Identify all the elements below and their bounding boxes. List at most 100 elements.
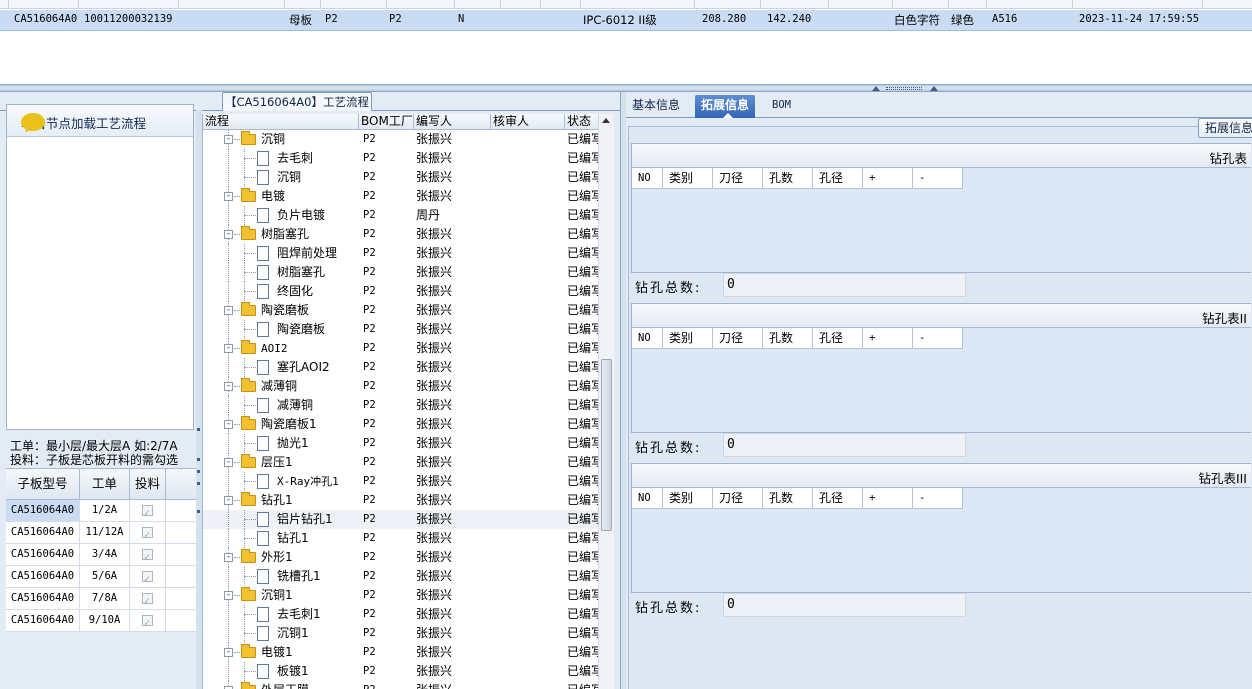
sub-board-row[interactable]: CA516064A0 11/12A [6,522,196,546]
tree-process-node[interactable]: - 减薄铜 P2 张振兴 已编写 [203,377,614,396]
tree-step-node[interactable]: X-Ray冲孔1 P2 张振兴 已编写 [203,472,614,491]
tree-bom-cell: P2 [359,681,414,689]
collapse-toggle-icon[interactable]: - [224,135,233,144]
tree-process-node[interactable]: - 沉铜1 P2 张振兴 已编写 [203,586,614,605]
tree-process-node[interactable]: - 层压1 P2 张振兴 已编写 [203,453,614,472]
collapse-toggle-icon[interactable]: - [224,306,233,315]
drill-total-field[interactable]: 0 [723,593,966,617]
tree-guide-line [244,614,256,615]
extended-info-button[interactable]: 拓展信息 [1198,118,1252,138]
horizontal-splitter[interactable] [0,84,1252,92]
add-row-button[interactable]: + [863,488,913,508]
tree-process-node[interactable]: - 电镀1 P2 张振兴 已编写 [203,643,614,662]
tree-process-node[interactable]: -外层干膜P2张振兴已编写 [203,681,614,689]
tree-process-node[interactable]: - 树脂塞孔 P2 张振兴 已编写 [203,225,614,244]
splitter-grip-icon[interactable] [886,87,922,90]
tree-step-node[interactable]: 铣槽孔1 P2 张振兴 已编写 [203,567,614,586]
tree-process-node[interactable]: - 钻孔1 P2 张振兴 已编写 [203,491,614,510]
process-flow-tab[interactable]: 【CA516064A0】工艺流程 [222,92,372,111]
tree-step-node[interactable]: 沉铜1 P2 张振兴 已编写 [203,624,614,643]
collapse-toggle-icon[interactable]: - [224,382,233,391]
scroll-up-arrow-icon[interactable] [602,118,610,123]
tree-step-node[interactable]: 板镀1 P2 张振兴 已编写 [203,662,614,681]
collapse-toggle-icon[interactable]: - [224,591,233,600]
document-icon [257,246,269,261]
tree-process-node[interactable]: - 沉铜 P2 张振兴 已编写 [203,130,614,149]
splitter-dot-icon[interactable] [197,482,200,485]
tree-process-node[interactable]: - 陶瓷磨板 P2 张振兴 已编写 [203,301,614,320]
tree-step-node[interactable]: 树脂塞孔 P2 张振兴 已编写 [203,263,614,282]
tree-process-node[interactable]: - 外形1 P2 张振兴 已编写 [203,548,614,567]
collapse-toggle-icon[interactable]: - [224,496,233,505]
feed-checkbox[interactable] [142,613,153,634]
load-process-box[interactable]: 单击节点加载工艺流程 [6,104,194,430]
tree-process-node[interactable]: - AOI2 P2 张振兴 已编写 [203,339,614,358]
col-header-flow[interactable]: 流程 [203,114,359,129]
document-icon [257,474,269,489]
tree-step-node[interactable]: 减薄铜 P2 张振兴 已编写 [203,396,614,415]
feed-checkbox[interactable] [142,525,153,546]
tree-step-node[interactable]: 终固化 P2 张振兴 已编写 [203,282,614,301]
tree-guide-line [228,320,229,339]
feed-checkbox[interactable] [142,503,153,524]
sub-board-row[interactable]: CA516064A0 7/8A [6,588,196,612]
collapse-toggle-icon[interactable]: - [224,420,233,429]
tree-step-node[interactable]: 钻孔1 P2 张振兴 已编写 [203,529,614,548]
remove-row-button[interactable]: - [913,168,963,188]
tree-step-node[interactable]: 塞孔AOI2 P2 张振兴 已编写 [203,358,614,377]
feed-checkbox[interactable] [142,547,153,568]
tree-step-node[interactable]: 阻焊前处理 P2 张振兴 已编写 [203,244,614,263]
tree-step-node[interactable]: 陶瓷磨板 P2 张振兴 已编写 [203,320,614,339]
scrollbar-thumb[interactable] [601,359,612,531]
collapse-toggle-icon[interactable]: - [224,344,233,353]
sub-board-row[interactable]: CA516064A0 9/10A [6,610,196,634]
tree-process-node[interactable]: - 陶瓷磨板1 P2 张振兴 已编写 [203,415,614,434]
splitter-up-arrow-icon[interactable] [930,86,938,91]
remove-row-button[interactable]: - [913,328,963,348]
splitter-up-arrow-icon[interactable] [872,86,880,91]
collapse-toggle-icon[interactable]: - [224,192,233,201]
tab-basic-info[interactable]: 基本信息 [626,95,686,118]
process-tree-scrollbar[interactable] [598,114,614,689]
sub-board-row[interactable]: CA516064A0 5/6A [6,566,196,590]
drill-table-header: 钻孔表II [632,304,1251,328]
load-process-header[interactable]: 单击节点加载工艺流程 [7,105,193,137]
col-header-bom[interactable]: BOM工厂 [359,114,414,129]
splitter-arrow-icon[interactable] [197,510,200,513]
document-icon [257,512,269,527]
splitter-dot-icon[interactable] [197,470,200,473]
add-row-button[interactable]: + [863,168,913,188]
col-header-checker[interactable]: 核审人 [491,114,565,129]
tree-step-node[interactable]: 去毛刺1 P2 张振兴 已编写 [203,605,614,624]
col-header-writer[interactable]: 编写人 [414,114,491,129]
tab-extended-info[interactable]: 拓展信息 [695,95,756,118]
feed-checkbox[interactable] [142,569,153,590]
tree-step-node[interactable]: 去毛刺 P2 张振兴 已编写 [203,149,614,168]
selected-order-row[interactable]: CA516064A0 10011200032139 母板 P2 P2 N IPC… [0,10,1252,31]
splitter-dot-icon[interactable] [197,458,200,461]
tree-guide-line [234,424,240,425]
tree-step-node[interactable]: 负片电镀 P2 周丹 已编写 [203,206,614,225]
drill-total-field[interactable]: 0 [723,433,966,457]
drill-total-field[interactable]: 0 [723,273,966,297]
col-header-model[interactable]: 子板型号 [6,469,80,499]
col-header-order[interactable]: 工单 [80,469,130,499]
tree-step-node[interactable]: 抛光1 P2 张振兴 已编写 [203,434,614,453]
tab-bom[interactable]: BOM [766,95,797,118]
tree-step-node[interactable]: 铝片钻孔1 P2 张振兴 已编写 [203,510,614,529]
collapse-toggle-icon[interactable]: - [224,648,233,657]
tree-writer-cell: 张振兴 [416,588,453,602]
remove-row-button[interactable]: - [913,488,963,508]
collapse-toggle-icon[interactable]: - [224,230,233,239]
collapse-toggle-icon[interactable]: - [224,553,233,562]
add-row-button[interactable]: + [863,328,913,348]
tree-process-node[interactable]: - 电镀 P2 张振兴 已编写 [203,187,614,206]
collapse-toggle-icon[interactable]: - [224,458,233,467]
tree-checker-cell [491,396,565,415]
sub-board-row[interactable]: CA516064A0 3/4A [6,544,196,568]
feed-checkbox[interactable] [142,591,153,612]
splitter-arrow-icon[interactable] [197,428,200,431]
tree-step-node[interactable]: 沉铜 P2 张振兴 已编写 [203,168,614,187]
col-header-feed[interactable]: 投料 [130,469,166,499]
sub-board-row[interactable]: CA516064A0 1/2A [6,500,196,524]
